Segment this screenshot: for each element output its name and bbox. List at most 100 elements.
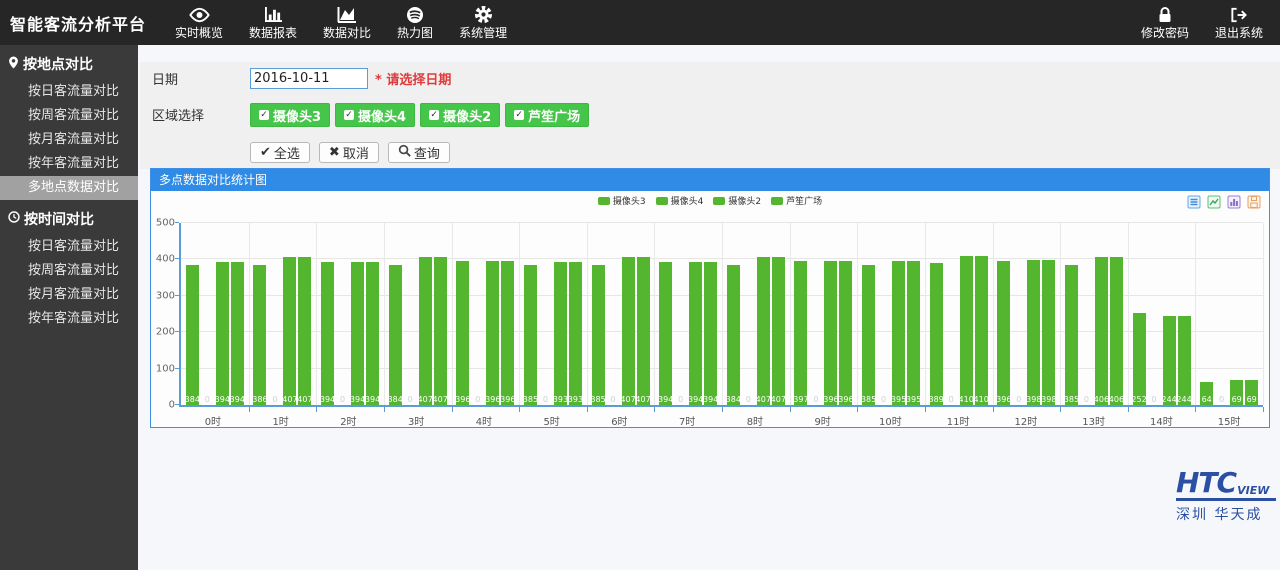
bar-摄像头2[interactable]: 395 xyxy=(892,223,905,405)
bar-芦笙广场[interactable]: 393 xyxy=(569,223,582,405)
bar-摄像头3[interactable]: 389 xyxy=(930,223,943,405)
bar-芦笙广场[interactable]: 410 xyxy=(975,223,988,405)
sidebar-item[interactable]: 按年客流量对比 xyxy=(0,307,138,331)
bar-芦笙广场[interactable]: 395 xyxy=(907,223,920,405)
bar-摄像头2[interactable]: 394 xyxy=(351,223,364,405)
bar-摄像头3[interactable]: 394 xyxy=(659,223,672,405)
region-toggle-2[interactable]: ✓摄像头2 xyxy=(420,103,500,127)
nav-item-overview[interactable]: 实时概览 xyxy=(162,0,236,45)
bar-芦笙广场[interactable]: 69 xyxy=(1245,223,1258,405)
bar-摄像头3[interactable]: 385 xyxy=(862,223,875,405)
bar-摄像头4[interactable]: 0 xyxy=(742,223,755,405)
bar-摄像头3[interactable]: 396 xyxy=(456,223,469,405)
sidebar-section-by-location[interactable]: 按地点对比 xyxy=(0,45,138,80)
bar-摄像头2[interactable]: 406 xyxy=(1095,223,1108,405)
bar-芦笙广场[interactable]: 244 xyxy=(1178,223,1191,405)
bar-摄像头3[interactable]: 385 xyxy=(592,223,605,405)
bar-摄像头4[interactable]: 0 xyxy=(1148,223,1161,405)
bar-摄像头4[interactable]: 0 xyxy=(404,223,417,405)
bar-摄像头2[interactable]: 407 xyxy=(283,223,296,405)
bar-芦笙广场[interactable]: 394 xyxy=(231,223,244,405)
region-toggle-0[interactable]: ✓摄像头3 xyxy=(250,103,330,127)
toolbox-bar-chart-button[interactable] xyxy=(1227,194,1241,208)
bar-芦笙广场[interactable]: 396 xyxy=(501,223,514,405)
sidebar-item[interactable]: 按年客流量对比 xyxy=(0,152,138,176)
legend-item[interactable]: 摄像头4 xyxy=(656,194,704,207)
bar-摄像头3[interactable]: 385 xyxy=(524,223,537,405)
nav-item-change-password[interactable]: 修改密码 xyxy=(1128,0,1202,45)
cancel-button[interactable]: ✖ 取消 xyxy=(319,142,379,163)
bar-value-label: 0 xyxy=(611,395,616,405)
bar-摄像头3[interactable]: 396 xyxy=(997,223,1010,405)
bar-摄像头2[interactable]: 394 xyxy=(689,223,702,405)
bar-芦笙广场[interactable]: 407 xyxy=(772,223,785,405)
sidebar-item[interactable]: 多地点数据对比 xyxy=(0,176,138,200)
legend-item[interactable]: 摄像头3 xyxy=(598,194,646,207)
bar-芦笙广场[interactable]: 407 xyxy=(637,223,650,405)
toolbox-line-chart-button[interactable] xyxy=(1207,194,1221,208)
nav-item-heatmap[interactable]: 热力图 xyxy=(384,0,446,45)
nav-item-compare[interactable]: 数据对比 xyxy=(310,0,384,45)
bar-摄像头2[interactable]: 396 xyxy=(824,223,837,405)
bar-摄像头4[interactable]: 0 xyxy=(674,223,687,405)
bar-摄像头2[interactable]: 244 xyxy=(1163,223,1176,405)
bar-摄像头2[interactable]: 69 xyxy=(1230,223,1243,405)
bar-芦笙广场[interactable]: 398 xyxy=(1042,223,1055,405)
bar-摄像头4[interactable]: 0 xyxy=(201,223,214,405)
bar-摄像头2[interactable]: 393 xyxy=(554,223,567,405)
bar-摄像头4[interactable]: 0 xyxy=(268,223,281,405)
sidebar-item[interactable]: 按周客流量对比 xyxy=(0,259,138,283)
legend-item[interactable]: 摄像头2 xyxy=(713,194,761,207)
bar-摄像头3[interactable]: 64 xyxy=(1200,223,1213,405)
bar-摄像头4[interactable]: 0 xyxy=(1080,223,1093,405)
sidebar-item[interactable]: 按月客流量对比 xyxy=(0,128,138,152)
bar-摄像头4[interactable]: 0 xyxy=(1012,223,1025,405)
sidebar-item[interactable]: 按月客流量对比 xyxy=(0,283,138,307)
bar-摄像头3[interactable]: 394 xyxy=(321,223,334,405)
bar-摄像头4[interactable]: 0 xyxy=(877,223,890,405)
bar-芦笙广场[interactable]: 407 xyxy=(298,223,311,405)
bar-摄像头2[interactable]: 398 xyxy=(1027,223,1040,405)
nav-item-reports[interactable]: 数据报表 xyxy=(236,0,310,45)
date-input[interactable] xyxy=(250,68,368,89)
bar-摄像头4[interactable]: 0 xyxy=(809,223,822,405)
bar-摄像头4[interactable]: 0 xyxy=(539,223,552,405)
bar-摄像头4[interactable]: 0 xyxy=(471,223,484,405)
toolbox-data-view-button[interactable] xyxy=(1187,194,1201,208)
query-button[interactable]: 查询 xyxy=(388,142,450,163)
bar-摄像头4[interactable]: 0 xyxy=(945,223,958,405)
bar-摄像头3[interactable]: 384 xyxy=(727,223,740,405)
bar-摄像头2[interactable]: 407 xyxy=(419,223,432,405)
select-all-button[interactable]: ✔ 全选 xyxy=(250,142,310,163)
bar-摄像头2[interactable]: 407 xyxy=(757,223,770,405)
bar-value-label: 252 xyxy=(1131,395,1146,405)
sidebar-section-by-time[interactable]: 按时间对比 xyxy=(0,200,138,235)
sidebar-item[interactable]: 按周客流量对比 xyxy=(0,104,138,128)
bar-芦笙广场[interactable]: 396 xyxy=(839,223,852,405)
bar-芦笙广场[interactable]: 406 xyxy=(1110,223,1123,405)
bar-芦笙广场[interactable]: 394 xyxy=(366,223,379,405)
sidebar-item[interactable]: 按日客流量对比 xyxy=(0,80,138,104)
bar-摄像头3[interactable]: 385 xyxy=(1065,223,1078,405)
bar-摄像头2[interactable]: 410 xyxy=(960,223,973,405)
bar-摄像头3[interactable]: 386 xyxy=(253,223,266,405)
bar-摄像头4[interactable]: 0 xyxy=(336,223,349,405)
legend-item[interactable]: 芦笙广场 xyxy=(771,194,822,207)
bar-摄像头2[interactable]: 407 xyxy=(622,223,635,405)
bar-芦笙广场[interactable]: 394 xyxy=(704,223,717,405)
bar-摄像头3[interactable]: 384 xyxy=(186,223,199,405)
sidebar-item[interactable]: 按日客流量对比 xyxy=(0,235,138,259)
region-toggle-3[interactable]: ✓芦笙广场 xyxy=(505,103,589,127)
bar-摄像头3[interactable]: 397 xyxy=(794,223,807,405)
bar-芦笙广场[interactable]: 407 xyxy=(434,223,447,405)
nav-item-system[interactable]: 系统管理 xyxy=(446,0,520,45)
region-toggle-1[interactable]: ✓摄像头4 xyxy=(335,103,415,127)
bar-摄像头3[interactable]: 252 xyxy=(1133,223,1146,405)
toolbox-save-image-button[interactable] xyxy=(1247,194,1261,208)
bar-摄像头2[interactable]: 394 xyxy=(216,223,229,405)
bar-摄像头4[interactable]: 0 xyxy=(607,223,620,405)
bar-摄像头4[interactable]: 0 xyxy=(1215,223,1228,405)
bar-摄像头3[interactable]: 384 xyxy=(389,223,402,405)
bar-摄像头2[interactable]: 396 xyxy=(486,223,499,405)
nav-item-logout[interactable]: 退出系统 xyxy=(1202,0,1276,45)
